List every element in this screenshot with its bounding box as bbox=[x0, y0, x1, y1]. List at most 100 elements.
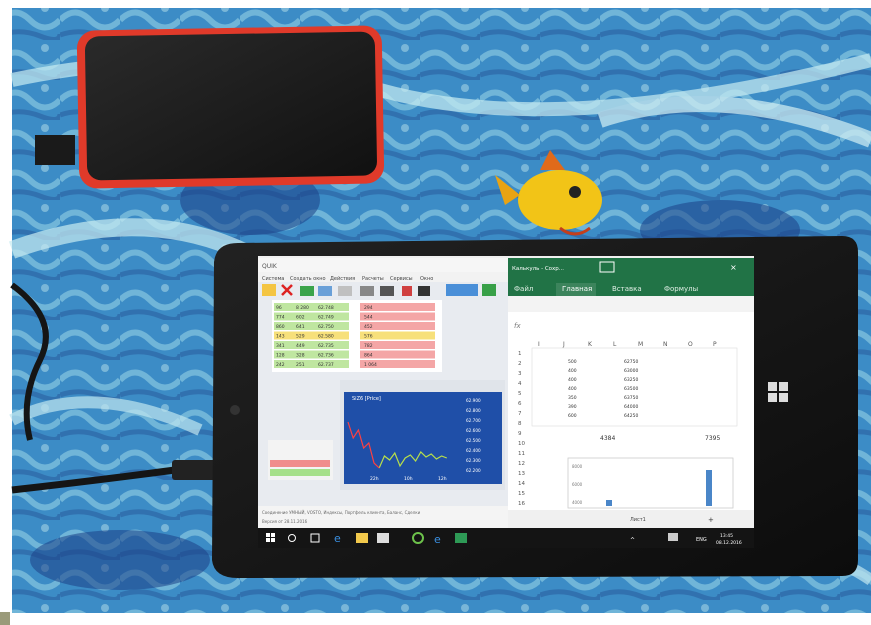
row-number[interactable]: 3 bbox=[518, 371, 522, 377]
cell-value[interactable]: 600 bbox=[568, 413, 577, 419]
ribbon-tab[interactable]: Формулы bbox=[664, 285, 698, 293]
ribbon-tab[interactable]: Файл bbox=[514, 285, 533, 293]
edge-icon[interactable]: e bbox=[334, 532, 341, 545]
row-number[interactable]: 7 bbox=[518, 411, 522, 417]
front-camera bbox=[230, 405, 240, 415]
bid-row bbox=[274, 303, 349, 311]
quik-side-panel bbox=[268, 440, 333, 480]
row-number[interactable]: 10 bbox=[518, 441, 525, 447]
quik-menu-item[interactable]: Система bbox=[262, 276, 284, 282]
cell-value[interactable]: 63500 bbox=[624, 386, 638, 392]
add-sheet-button[interactable]: + bbox=[708, 516, 714, 524]
ask-qty: 294 bbox=[364, 305, 373, 311]
cell-value[interactable]: 400 bbox=[568, 386, 577, 392]
cell-value[interactable]: 500 bbox=[568, 359, 577, 365]
bid-qty: 128 bbox=[276, 353, 285, 359]
row-number[interactable]: 15 bbox=[518, 491, 525, 497]
row-number[interactable]: 6 bbox=[518, 401, 522, 407]
row-number[interactable]: 13 bbox=[518, 471, 525, 477]
sum-right: 7395 bbox=[705, 435, 720, 442]
toolbar-icon[interactable] bbox=[418, 286, 430, 296]
cell-value[interactable]: 64000 bbox=[624, 404, 638, 410]
row-number[interactable]: 12 bbox=[518, 461, 525, 467]
quik-window[interactable]: QUIK Система Создать окно Действия Расче… bbox=[258, 258, 508, 528]
formula-icon[interactable]: fx bbox=[514, 322, 521, 330]
bid-price: 62.737 bbox=[318, 362, 334, 368]
column-header[interactable]: M bbox=[638, 341, 643, 348]
toolbar-icon[interactable] bbox=[300, 286, 314, 296]
cell-value[interactable]: 63000 bbox=[624, 368, 638, 374]
row-number[interactable]: 8 bbox=[518, 421, 522, 427]
column-header[interactable]: I bbox=[538, 341, 540, 348]
row-number[interactable]: 4 bbox=[518, 381, 522, 387]
close-icon[interactable]: × bbox=[730, 263, 737, 272]
cell-value[interactable]: 64250 bbox=[624, 413, 638, 419]
row-number[interactable]: 2 bbox=[518, 361, 522, 367]
sheet-tab[interactable]: Лист1 bbox=[630, 517, 646, 523]
lang-indicator[interactable]: ENG bbox=[696, 537, 707, 543]
cell-value[interactable]: 400 bbox=[568, 368, 577, 374]
quik-menu-item[interactable]: Сервисы bbox=[390, 276, 413, 282]
battery-icon[interactable] bbox=[668, 533, 678, 541]
excel-embedded-chart[interactable]: 8000 6000 4000 bbox=[567, 457, 734, 509]
ask-qty: 576 bbox=[364, 334, 373, 340]
toolbar-icon[interactable] bbox=[360, 286, 374, 296]
excel-taskbar-icon[interactable] bbox=[455, 533, 467, 543]
bid-price: 62.580 bbox=[318, 334, 334, 340]
toolbar-icon[interactable] bbox=[380, 286, 394, 296]
column-header[interactable]: N bbox=[663, 341, 668, 348]
ribbon-tab[interactable]: Вставка bbox=[612, 285, 642, 293]
corner-artifact bbox=[0, 612, 10, 625]
ask-qty: 864 bbox=[364, 353, 373, 359]
ribbon-toolbar[interactable] bbox=[508, 296, 754, 312]
row-number[interactable]: 5 bbox=[518, 391, 522, 397]
bid-vol: 328 bbox=[296, 353, 305, 359]
bid-vol: 529 bbox=[296, 334, 305, 340]
cell-value[interactable]: 62750 bbox=[624, 359, 638, 365]
cell-value[interactable]: 350 bbox=[568, 395, 577, 401]
cell-value[interactable]: 63750 bbox=[624, 395, 638, 401]
toolbar-icon[interactable] bbox=[318, 286, 332, 296]
toolbar-icon[interactable] bbox=[446, 284, 478, 296]
clock-date[interactable]: 08.12.2016 bbox=[716, 540, 742, 546]
bid-qty: 774 bbox=[276, 315, 285, 321]
row-number[interactable]: 14 bbox=[518, 481, 525, 487]
bid-vol: 8 280 bbox=[296, 305, 309, 311]
price-chart-window[interactable]: SiZ6 [Price] 62.900 62.800 62.700 62.600 62.… bbox=[340, 380, 505, 490]
bid-price: 62.735 bbox=[318, 343, 334, 349]
ribbon-tab-active[interactable]: Главная bbox=[562, 285, 592, 293]
toolbar-icon[interactable] bbox=[402, 286, 412, 296]
row-number[interactable]: 9 bbox=[518, 431, 522, 437]
clock-time[interactable]: 13:45 bbox=[720, 533, 733, 539]
quik-menu-item[interactable]: Окно bbox=[420, 276, 433, 282]
bid-qty: 860 bbox=[276, 324, 285, 330]
store-icon[interactable] bbox=[377, 533, 389, 543]
quik-menu-item[interactable]: Действия bbox=[330, 275, 355, 282]
cell-value[interactable]: 63250 bbox=[624, 377, 638, 383]
row-number[interactable]: 1 bbox=[518, 351, 522, 357]
cell-value[interactable]: 400 bbox=[568, 377, 577, 383]
taskbar[interactable]: e e ^ ENG 13:45 08.12.2016 bbox=[258, 528, 754, 548]
ask-qty: 1 064 bbox=[364, 362, 377, 368]
price-axis-label: 62.500 bbox=[466, 438, 481, 443]
bid-price: 62.736 bbox=[318, 353, 334, 359]
bid-row bbox=[274, 322, 349, 330]
bid-vol: 251 bbox=[296, 362, 305, 368]
ie-icon[interactable]: e bbox=[434, 533, 441, 546]
column-header[interactable]: P bbox=[713, 341, 717, 348]
column-header[interactable]: O bbox=[688, 341, 693, 348]
toolbar-icon[interactable] bbox=[338, 286, 352, 296]
quik-menu-item[interactable]: Расчеты bbox=[362, 276, 384, 282]
cell-value[interactable]: 390 bbox=[568, 404, 577, 410]
tray-chevron-icon[interactable]: ^ bbox=[630, 537, 635, 544]
row-number[interactable]: 11 bbox=[518, 451, 525, 457]
toolbar-icon[interactable] bbox=[482, 284, 496, 296]
price-axis-label: 62.400 bbox=[466, 448, 481, 453]
explorer-icon[interactable] bbox=[356, 533, 368, 543]
quik-menu-item[interactable]: Создать окно bbox=[290, 276, 326, 282]
row-number[interactable]: 16 bbox=[518, 501, 525, 507]
toolbar-icon[interactable] bbox=[262, 284, 276, 296]
column-header[interactable]: J bbox=[562, 341, 565, 348]
excel-window[interactable]: Калькуль - Сохр... × Файл Главная Вставк… bbox=[508, 258, 754, 528]
external-hard-drive bbox=[35, 25, 385, 189]
